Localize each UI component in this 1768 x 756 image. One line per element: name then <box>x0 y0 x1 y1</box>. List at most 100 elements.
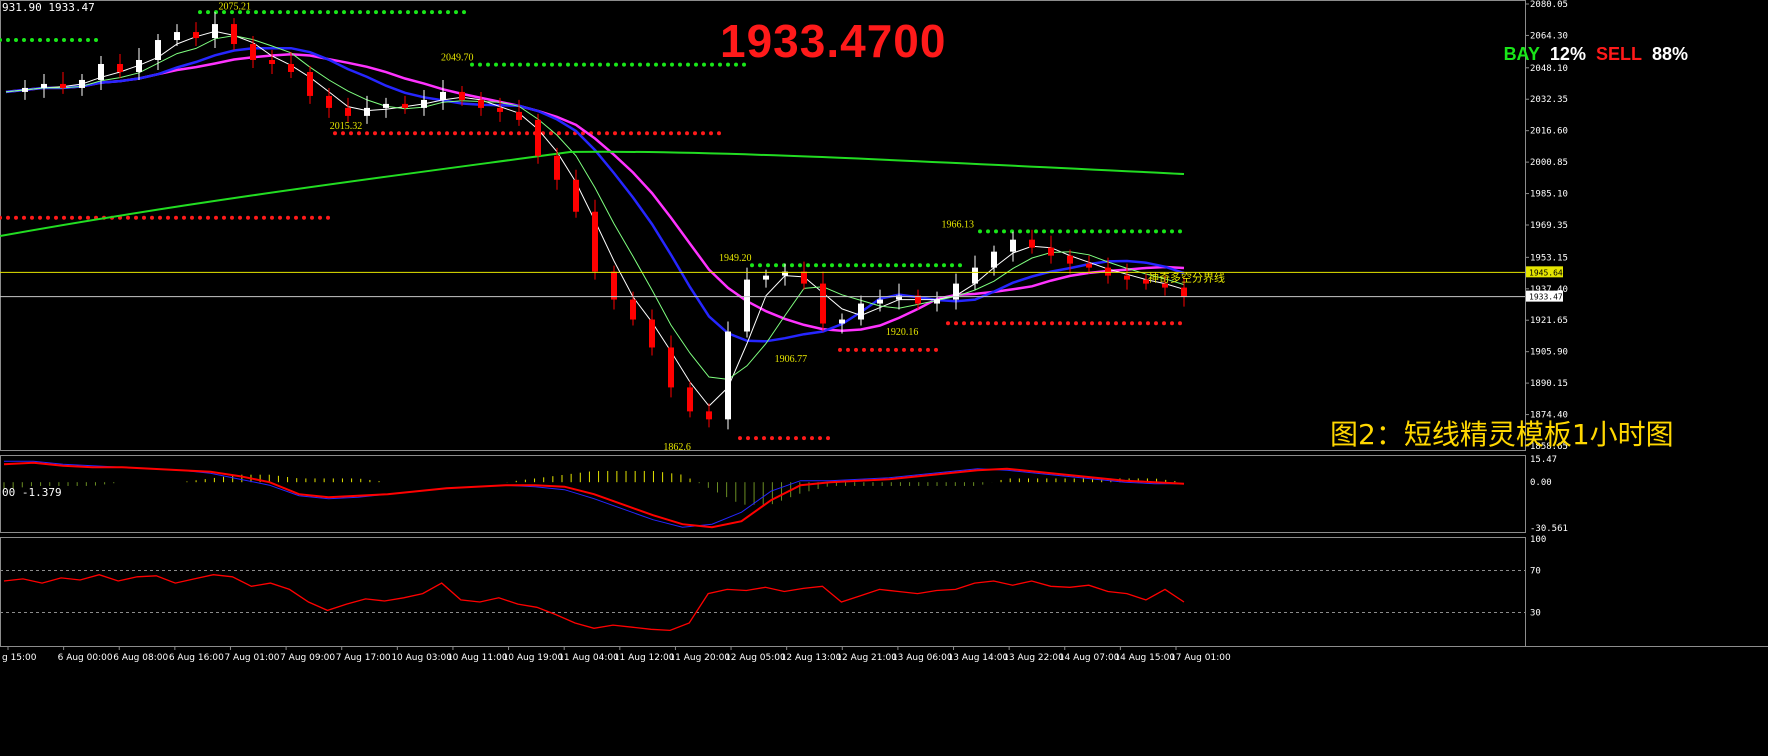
level-dot <box>746 436 750 441</box>
level-dot <box>646 62 650 67</box>
time-axis-label: 6 Aug 08:00 <box>113 653 168 663</box>
level-dot <box>794 436 798 441</box>
level-dot <box>230 215 234 220</box>
level-dot <box>645 131 649 136</box>
level-dot <box>762 436 766 441</box>
level-dot <box>405 131 409 136</box>
candle-series <box>22 12 1187 430</box>
time-axis-label: 12 Aug 13:00 <box>781 653 842 663</box>
level-dot <box>702 62 706 67</box>
level-dot <box>525 131 529 136</box>
level-dot <box>846 263 850 268</box>
level-dot <box>398 10 402 15</box>
time-axis-label: 7 Aug 01:00 <box>224 653 279 663</box>
level-dot <box>662 62 666 67</box>
level-dot <box>6 38 10 43</box>
level-dot <box>222 215 226 220</box>
level-dot <box>870 347 874 352</box>
rsi-axis-label: 70 <box>1530 567 1541 577</box>
candle-body <box>250 44 256 60</box>
time-axis-label: 13 Aug 14:00 <box>948 653 1009 663</box>
level-dot <box>318 215 322 220</box>
level-dot <box>174 215 178 220</box>
swing-price-label: 2075.21 <box>218 2 251 13</box>
level-dot <box>597 131 601 136</box>
level-dot <box>270 215 274 220</box>
level-dot <box>302 10 306 15</box>
level-dot <box>534 62 538 67</box>
trading-chart[interactable]: 神奇多空分界线 2075.21 2049.70 2015.32 1949.20 1966… <box>0 0 1768 756</box>
candle-body <box>1086 263 1092 268</box>
level-dot <box>1090 321 1094 326</box>
level-dot <box>862 347 866 352</box>
level-dot <box>238 215 242 220</box>
level-dot <box>246 215 250 220</box>
level-dot <box>326 10 330 15</box>
candle-body <box>326 95 332 108</box>
bay-value: 12% <box>1549 44 1586 64</box>
level-dot <box>862 263 866 268</box>
level-dot <box>830 263 834 268</box>
candle-body <box>307 71 313 96</box>
level-dot <box>390 10 394 15</box>
candle-body <box>174 32 180 41</box>
level-dot <box>918 347 922 352</box>
level-dot <box>445 131 449 136</box>
level-dot <box>1090 229 1094 234</box>
level-dot <box>389 131 393 136</box>
level-dot <box>822 263 826 268</box>
support-resistance-dots <box>0 10 1182 441</box>
level-dot <box>1034 321 1038 326</box>
time-axis-label: 6 Aug 16:00 <box>169 653 224 663</box>
level-dot <box>774 263 778 268</box>
level-dot <box>1114 321 1118 326</box>
level-dot <box>598 62 602 67</box>
level-dot <box>1122 321 1126 326</box>
level-dot <box>934 263 938 268</box>
big-price-display: 1933.4700 <box>720 15 947 67</box>
level-dot <box>22 215 26 220</box>
level-dot <box>46 215 50 220</box>
level-dot <box>894 347 898 352</box>
level-dot <box>374 10 378 15</box>
level-dot <box>1130 229 1134 234</box>
swing-price-label: 1920.16 <box>886 327 919 338</box>
level-dot <box>1058 229 1062 234</box>
candle-body <box>269 59 275 64</box>
sell-value: 88% <box>1651 44 1688 64</box>
level-dot <box>802 436 806 441</box>
time-axis-label: g 15:00 <box>2 653 37 663</box>
level-dot <box>1042 229 1046 234</box>
candle-body <box>136 59 142 72</box>
level-dot <box>78 215 82 220</box>
level-dot <box>1050 321 1054 326</box>
level-dot <box>1098 321 1102 326</box>
price-axis-label: 1921.65 <box>1530 316 1568 326</box>
level-dot <box>166 215 170 220</box>
level-dot <box>621 131 625 136</box>
level-dot <box>542 62 546 67</box>
level-dot <box>717 131 721 136</box>
level-dot <box>486 62 490 67</box>
level-dot <box>806 263 810 268</box>
level-dot <box>38 38 42 43</box>
level-dot <box>1130 321 1134 326</box>
level-dot <box>14 215 18 220</box>
level-dot <box>78 38 82 43</box>
level-dot <box>942 263 946 268</box>
level-dot <box>1162 229 1166 234</box>
level-dot <box>614 62 618 67</box>
level-dot <box>62 215 66 220</box>
level-dot <box>1058 321 1062 326</box>
level-dot <box>709 131 713 136</box>
candle-body <box>858 303 864 320</box>
level-dot <box>934 347 938 352</box>
time-axis-label: 17 Aug 01:00 <box>1170 653 1231 663</box>
candle-body <box>478 99 484 108</box>
candle-body <box>440 91 446 100</box>
swing-price-label: 1862.6 <box>663 442 691 453</box>
level-dot <box>878 263 882 268</box>
price-axis-label: 1953.15 <box>1530 253 1568 263</box>
macd-info: 00 -1.379 <box>2 486 62 499</box>
candle-body <box>1181 287 1187 297</box>
